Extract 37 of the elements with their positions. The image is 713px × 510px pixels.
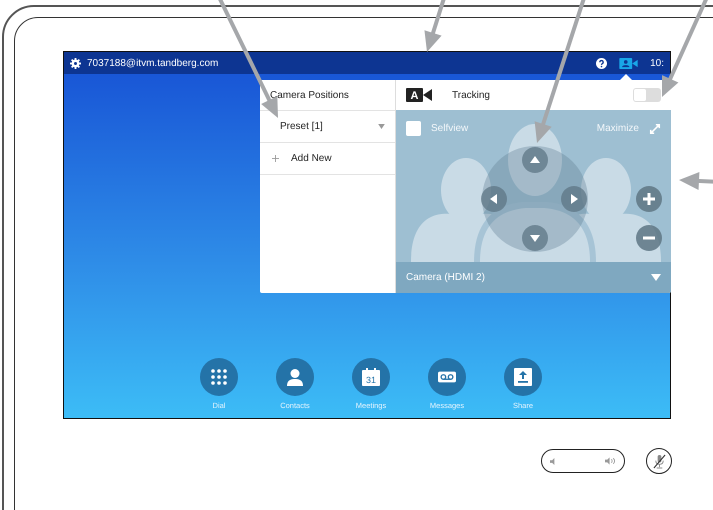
mute-button[interactable] (646, 448, 672, 474)
tracking-toggle[interactable] (633, 88, 661, 102)
zoom-in-button[interactable] (636, 186, 662, 212)
caret-icon (651, 274, 661, 281)
upload-icon (514, 368, 532, 386)
keypad-icon (210, 368, 228, 386)
pan-right-button[interactable] (561, 186, 587, 212)
maximize-label: Maximize (596, 123, 639, 134)
panel-title: Camera Positions (270, 90, 349, 100)
volume-rocker[interactable] (541, 449, 625, 473)
help-icon[interactable] (596, 58, 608, 68)
plus-icon (272, 155, 279, 162)
pan-down-button[interactable] (522, 225, 548, 251)
caret-icon (378, 124, 385, 129)
settings-icon[interactable] (70, 58, 81, 68)
camera-icon[interactable] (619, 58, 638, 68)
annotation-arrow (679, 172, 713, 190)
pan-up-button[interactable] (522, 147, 548, 173)
volume-down-icon (550, 458, 557, 464)
messages-button[interactable] (428, 358, 466, 396)
pan-left-button[interactable] (481, 186, 507, 212)
share-button[interactable] (504, 358, 542, 396)
calendar-icon: 31 (362, 368, 380, 386)
annotation-arrow (424, 0, 447, 52)
selfview-label: Selfview (431, 123, 468, 134)
muted-microphone-icon (652, 454, 666, 468)
person-icon (286, 368, 304, 386)
volume-up-icon (605, 457, 616, 465)
dial-button[interactable] (200, 358, 238, 396)
zoom-out-button[interactable] (636, 225, 662, 251)
contacts-button[interactable] (276, 358, 314, 396)
clock-time: 10: (650, 58, 664, 68)
tracking-label: Tracking (452, 90, 490, 100)
meetings-button[interactable]: 31 (352, 358, 390, 396)
add-new-button[interactable]: Add New (260, 143, 395, 175)
system-address: 7037188@itvm.tandberg.com (87, 58, 218, 68)
selfview-checkbox[interactable] (406, 121, 421, 136)
